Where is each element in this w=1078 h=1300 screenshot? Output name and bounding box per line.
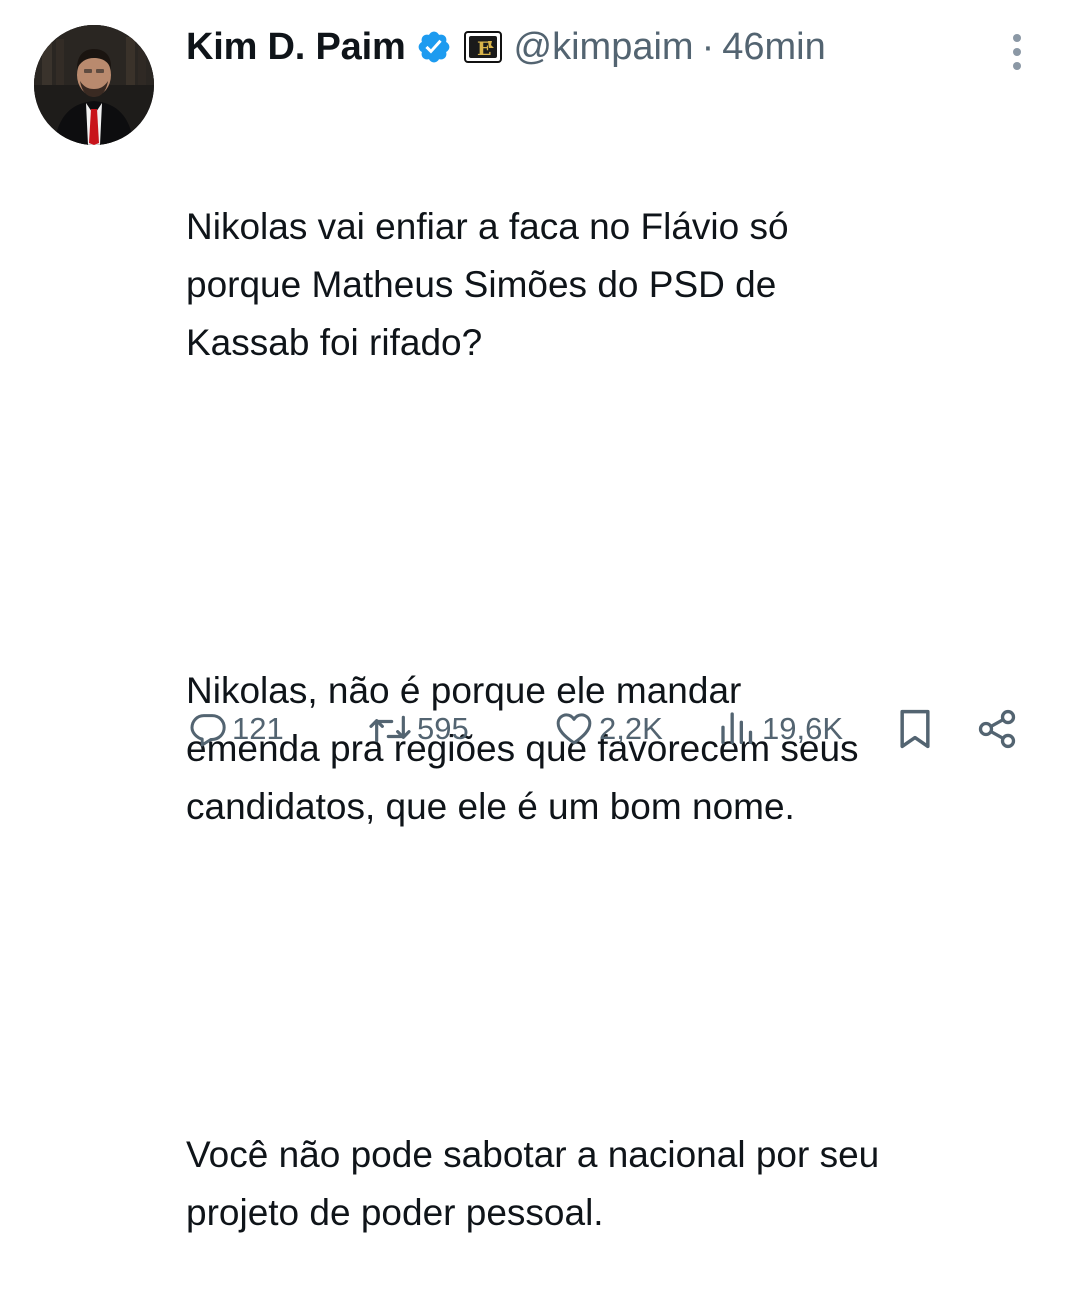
share-button[interactable] xyxy=(975,702,1019,756)
reply-button[interactable]: 121 xyxy=(188,702,284,756)
affiliate-badge-icon[interactable]: E xyxy=(463,31,502,63)
tweet-paragraph: Você não pode sabotar a nacional por seu… xyxy=(186,1134,880,1233)
author-handle[interactable]: @kimpaim xyxy=(514,26,694,69)
tweet-text: Nikolas vai enfiar a faca no Flávio só p… xyxy=(186,82,1056,1300)
avatar[interactable] xyxy=(34,25,154,145)
retweet-count: 595 xyxy=(417,711,469,746)
views-count: 19,6K xyxy=(762,711,844,746)
action-bar: 121 595 2,2K 19,6K xyxy=(0,702,1078,756)
author-name[interactable]: Kim D. Paim xyxy=(186,26,406,69)
avatar-photo xyxy=(34,25,154,145)
heart-icon xyxy=(556,713,592,745)
views-button[interactable]: 19,6K xyxy=(718,702,843,756)
tweet-paragraph: Nikolas vai enfiar a faca no Flávio só p… xyxy=(186,206,789,363)
tweet-header: Kim D. Paim E @kimpaim · 46min xyxy=(186,22,826,72)
reply-icon xyxy=(190,714,226,747)
meta-separator: · xyxy=(701,25,715,68)
retweet-icon xyxy=(369,715,411,743)
views-icon xyxy=(721,712,753,744)
reply-count: 121 xyxy=(232,711,284,746)
retweet-button[interactable]: 595 xyxy=(367,702,469,756)
bookmark-button[interactable] xyxy=(896,702,934,756)
verified-badge-icon[interactable] xyxy=(416,29,452,65)
more-vertical-icon[interactable] xyxy=(1005,30,1029,74)
like-button[interactable]: 2,2K xyxy=(553,702,663,756)
tweet-timestamp[interactable]: 46min xyxy=(722,26,826,69)
share-icon xyxy=(978,709,1016,749)
bookmark-icon xyxy=(900,709,930,749)
like-count: 2,2K xyxy=(599,711,663,746)
